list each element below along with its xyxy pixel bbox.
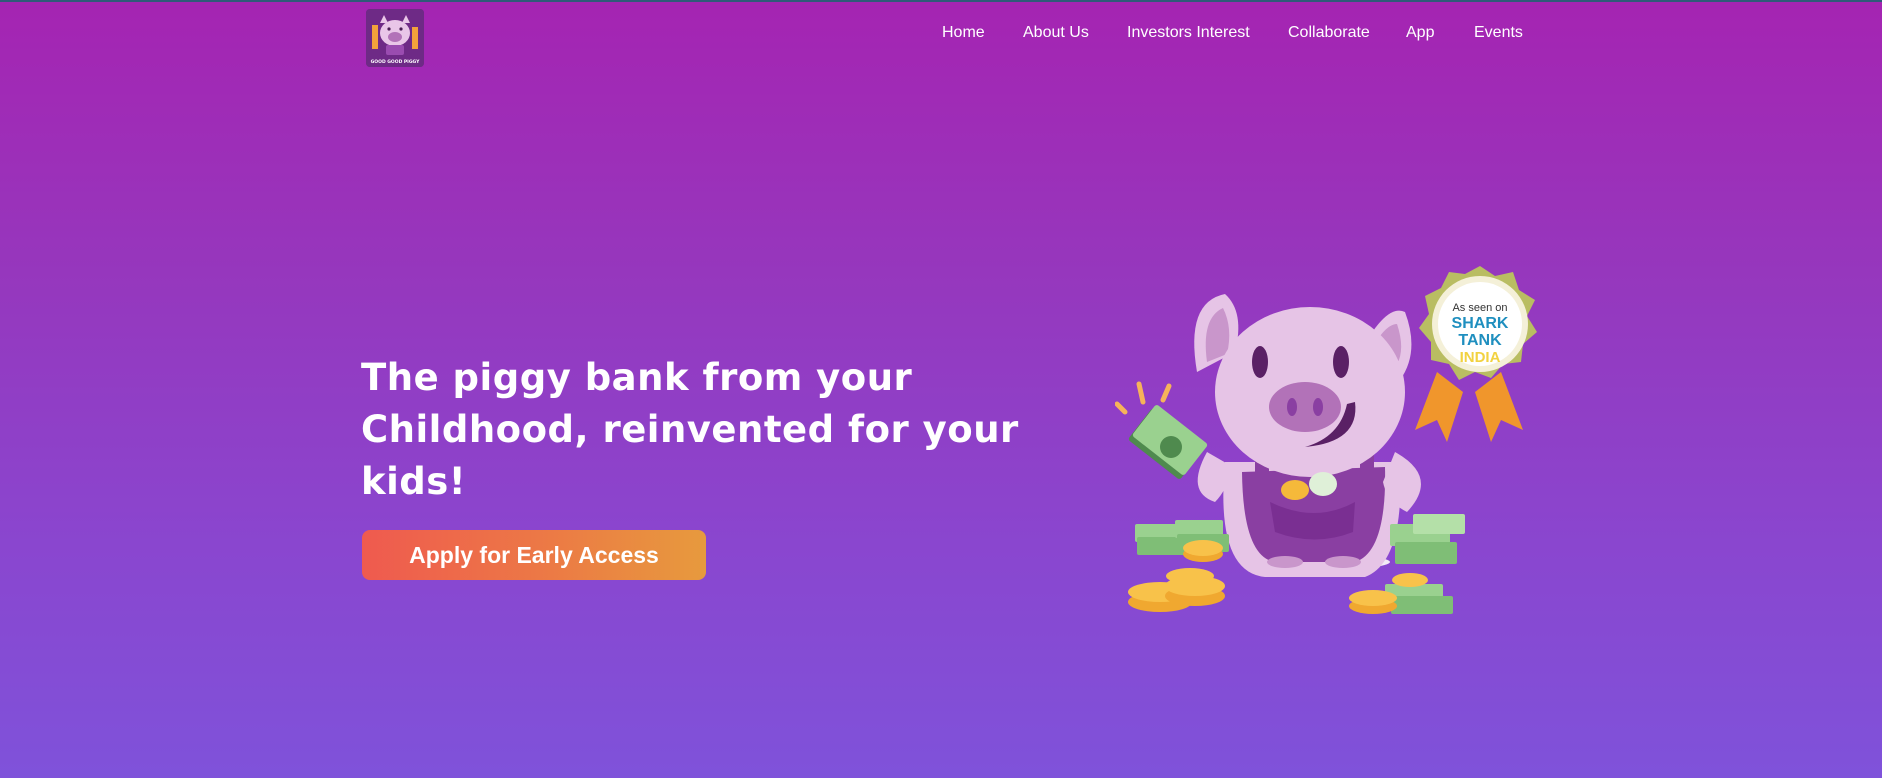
nav-investors-interest[interactable]: Investors Interest [1127, 24, 1250, 42]
logo-text: GOOD GOOD PIGGY [371, 59, 421, 65]
badge-line1: As seen on [1452, 302, 1507, 314]
hero-illustration: As seen on SHARK TANK INDIA [1114, 262, 1555, 622]
main-nav: Home About Us Investors Interest Collabo… [0, 24, 1882, 44]
nav-collaborate[interactable]: Collaborate [1288, 24, 1370, 42]
cash-stack-icon [1385, 514, 1465, 614]
apply-early-access-button[interactable]: Apply for Early Access [362, 530, 706, 580]
badge-line3: TANK [1458, 332, 1502, 349]
badge-line2: SHARK [1452, 315, 1509, 332]
hero-headline: The piggy bank from your Childhood, rein… [361, 356, 1019, 503]
top-border [0, 0, 1882, 2]
nav-events[interactable]: Events [1474, 24, 1523, 42]
nav-home[interactable]: Home [942, 24, 985, 42]
nav-about-us[interactable]: About Us [1023, 24, 1089, 42]
nav-app[interactable]: App [1406, 24, 1434, 42]
badge-line4: INDIA [1460, 349, 1501, 366]
award-badge-icon: As seen on SHARK TANK INDIA [1415, 266, 1537, 442]
cash-stack-icon [1128, 405, 1208, 479]
piggy-mascot-icon: As seen on SHARK TANK INDIA [1114, 266, 1537, 614]
